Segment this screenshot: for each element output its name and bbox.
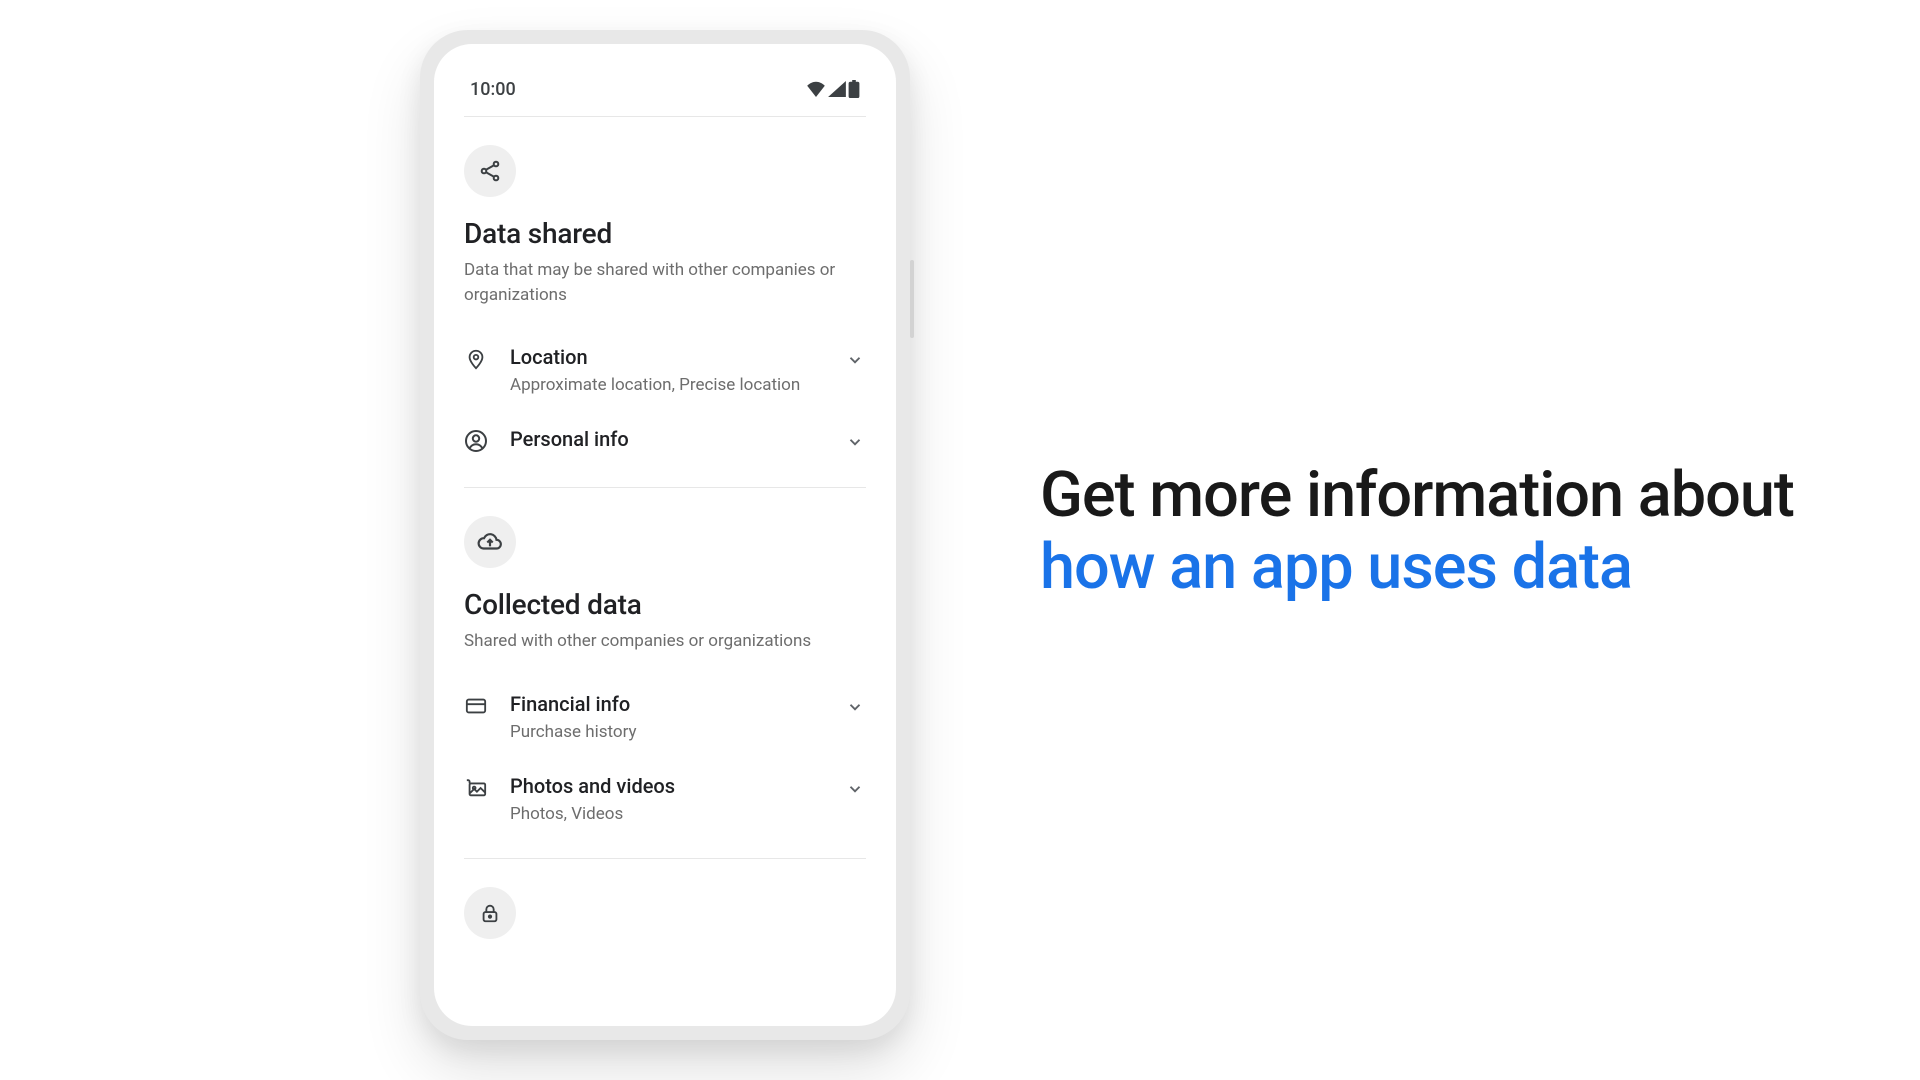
- section-title-shared: Data shared: [464, 217, 866, 250]
- row-personal-info[interactable]: Personal info: [464, 411, 866, 469]
- cellular-icon: [828, 81, 846, 97]
- chevron-down-icon: [844, 696, 866, 718]
- headline-line1: Get more information about: [1040, 459, 1794, 532]
- row-media-detail: Photos, Videos: [510, 804, 822, 824]
- section-subtitle-shared: Data that may be shared with other compa…: [464, 258, 844, 307]
- phone-screen: 10:00 Data shared: [434, 44, 896, 1026]
- row-photos-videos[interactable]: Photos and videos Photos, Videos: [464, 758, 866, 840]
- chevron-down-icon: [844, 778, 866, 800]
- row-personal-title: Personal info: [510, 427, 822, 451]
- person-icon: [464, 429, 488, 453]
- share-icon: [464, 145, 516, 197]
- status-bar: 10:00: [464, 66, 866, 112]
- row-location-detail: Approximate location, Precise location: [510, 375, 822, 395]
- row-financial-info[interactable]: Financial info Purchase history: [464, 676, 866, 758]
- phone-side-button: [910, 260, 914, 338]
- credit-card-icon: [464, 694, 488, 718]
- status-icons: [806, 80, 860, 98]
- section-collected-data: Collected data Shared with other compani…: [464, 488, 866, 859]
- row-media-title: Photos and videos: [510, 774, 822, 798]
- chevron-down-icon: [844, 349, 866, 371]
- row-location-title: Location: [510, 345, 822, 369]
- row-location[interactable]: Location Approximate location, Precise l…: [464, 329, 866, 411]
- headline: Get more information about how an app us…: [1040, 460, 1794, 604]
- chevron-down-icon: [844, 431, 866, 453]
- section-divider: [464, 858, 866, 859]
- status-time: 10:00: [470, 79, 516, 100]
- row-financial-title: Financial info: [510, 692, 822, 716]
- battery-icon: [848, 80, 860, 98]
- row-financial-detail: Purchase history: [510, 722, 822, 742]
- media-icon: [464, 776, 488, 800]
- wifi-icon: [806, 81, 826, 97]
- section-subtitle-collected: Shared with other companies or organizat…: [464, 629, 844, 654]
- cloud-upload-icon: [464, 516, 516, 568]
- phone-mockup: 10:00 Data shared: [420, 30, 910, 1040]
- section-data-shared: Data shared Data that may be shared with…: [464, 117, 866, 488]
- location-icon: [464, 347, 488, 371]
- section-title-collected: Collected data: [464, 588, 866, 621]
- lock-icon: [464, 887, 516, 939]
- headline-line2: how an app uses data: [1040, 531, 1632, 604]
